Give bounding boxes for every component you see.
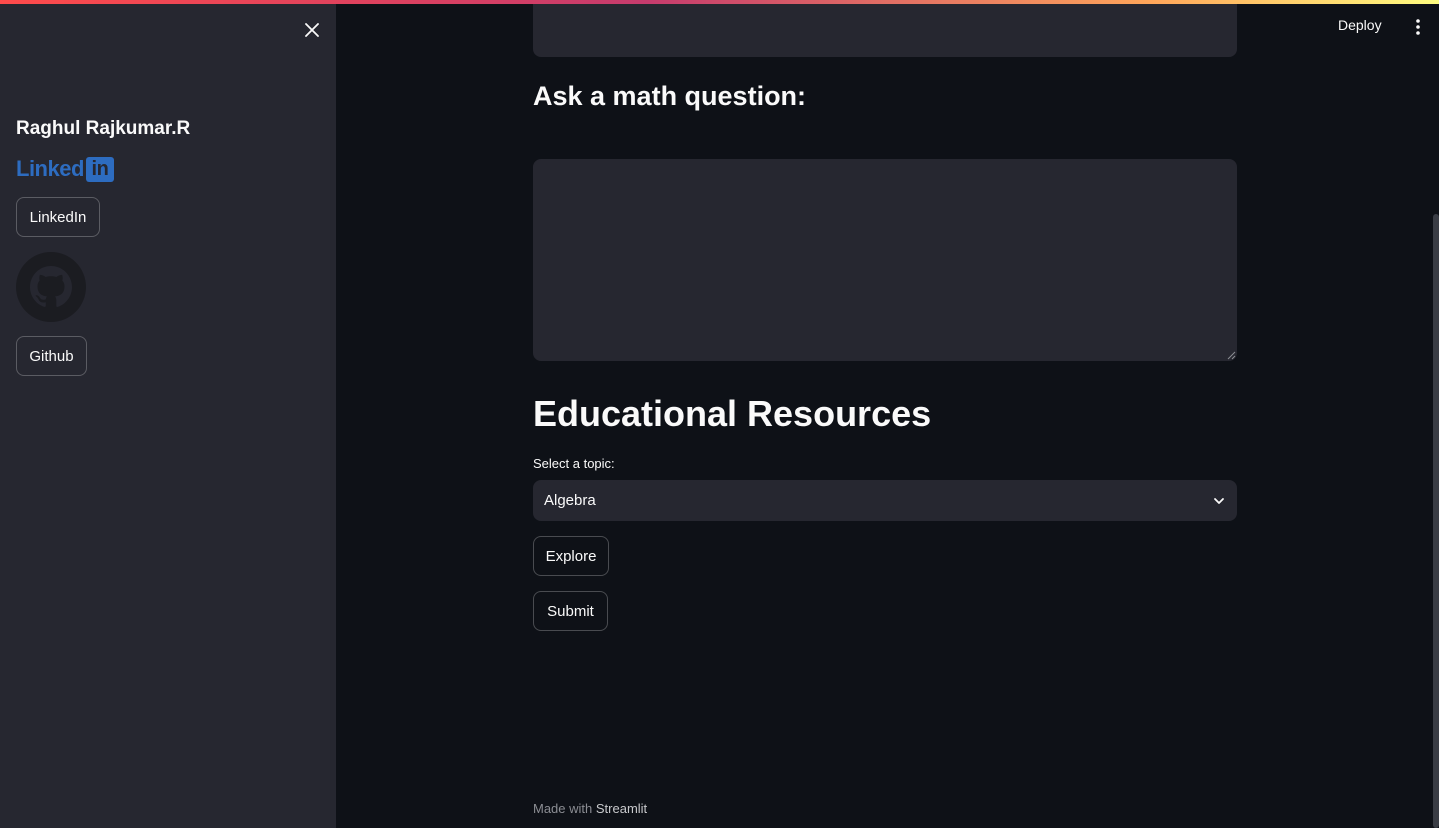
math-question-input[interactable]: [533, 159, 1237, 361]
header-decoration-bar: [0, 0, 1439, 4]
previous-input-field[interactable]: [533, 0, 1237, 57]
footer: Made with Streamlit: [533, 801, 647, 816]
chevron-down-icon: [1214, 497, 1224, 504]
question-subheader: Ask a math question:: [533, 81, 807, 111]
linkedin-logo: Linked in: [16, 156, 114, 182]
footer-prefix: Made with: [533, 801, 593, 816]
close-sidebar-button[interactable]: [300, 18, 324, 42]
deploy-button[interactable]: Deploy: [1338, 17, 1382, 33]
author-name: Raghul Rajkumar.R: [16, 118, 191, 139]
resources-header: Educational Resources: [533, 393, 932, 434]
topic-select-value: Algebra: [544, 492, 596, 509]
linkedin-logo-box: in: [85, 156, 114, 182]
explore-button[interactable]: Explore: [533, 536, 609, 576]
close-icon: [305, 23, 319, 37]
topic-select[interactable]: Algebra: [533, 480, 1237, 521]
sidebar: Raghul Rajkumar.R Linked in LinkedIn Git…: [0, 0, 336, 828]
streamlit-link[interactable]: Streamlit: [596, 801, 647, 816]
submit-button[interactable]: Submit: [533, 591, 608, 631]
github-icon: [16, 252, 86, 322]
linkedin-button[interactable]: LinkedIn: [16, 197, 100, 237]
more-menu-icon[interactable]: [1408, 17, 1428, 37]
linkedin-logo-text: Linked: [16, 156, 84, 181]
resize-handle-icon[interactable]: [1226, 350, 1236, 360]
github-button[interactable]: Github: [16, 336, 87, 376]
topic-select-label: Select a topic:: [533, 456, 615, 471]
page-scrollbar[interactable]: [1433, 214, 1439, 828]
